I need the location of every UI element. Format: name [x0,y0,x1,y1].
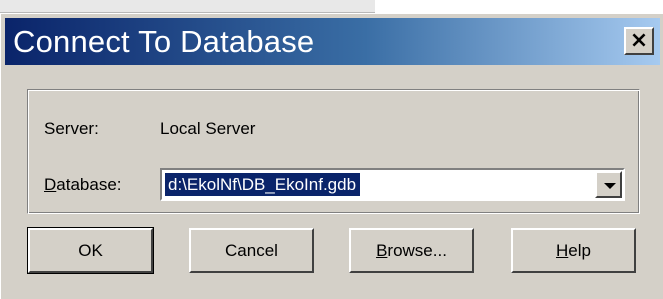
server-value: Local Server [160,119,256,138]
browse-button[interactable]: Browse... [349,228,474,273]
ok-label: OK [78,240,103,260]
server-label: Server: [44,119,99,138]
close-button[interactable]: × [624,27,654,55]
database-path-input[interactable]: d:\EkolNf\DB_EkoInf.gdb [165,173,361,196]
browse-label: rowse... [387,240,447,260]
connection-group: Server: Local Server Database: d:\EkolNf… [27,89,640,214]
dropdown-button[interactable] [595,171,622,198]
chevron-down-icon [604,183,616,189]
database-label-mnemonic: D [44,175,57,194]
cancel-label: Cancel [225,240,278,260]
ok-button[interactable]: OK [27,227,154,274]
close-icon: × [629,28,649,53]
connect-dialog: Connect To Database × Server: Local Serv… [0,13,663,299]
window-title: Connect To Database [13,24,315,59]
background-strip [0,0,663,14]
help-button[interactable]: Help [511,228,636,273]
help-mnemonic: H [556,240,569,260]
help-label: elp [568,240,591,260]
cancel-button[interactable]: Cancel [189,228,314,273]
database-combobox[interactable]: d:\EkolNf\DB_EkoInf.gdb [160,168,625,201]
database-label: Database: [44,175,122,195]
background-band [0,0,375,13]
browse-mnemonic: B [376,240,388,260]
title-bar[interactable]: Connect To Database × [5,18,660,65]
database-label-text: atabase: [56,175,122,194]
